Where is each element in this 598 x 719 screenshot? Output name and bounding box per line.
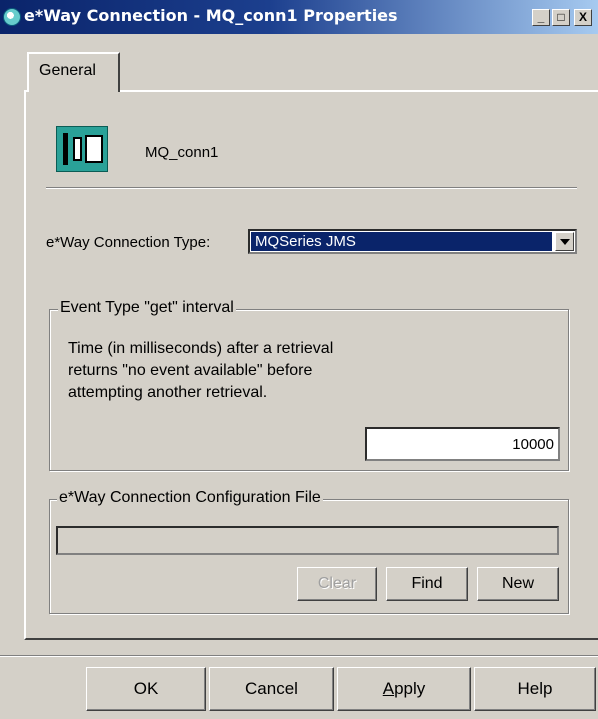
maximize-button[interactable]: □: [552, 9, 570, 26]
ok-button[interactable]: OK: [86, 667, 206, 711]
cancel-button[interactable]: Cancel: [209, 667, 334, 711]
config-file-field[interactable]: [56, 526, 559, 555]
interval-group-legend: Event Type "get" interval: [58, 299, 236, 317]
apply-label: Apply: [382, 679, 426, 698]
app-icon[interactable]: [3, 8, 21, 26]
connection-type-select[interactable]: MQSeries JMS: [248, 229, 577, 254]
chevron-down-icon[interactable]: [555, 232, 574, 251]
connection-type-label: e*Way Connection Type:: [46, 234, 211, 251]
clear-button[interactable]: Clear: [297, 567, 377, 601]
interval-description-line: attempting another retrieval.: [68, 384, 268, 401]
minimize-button[interactable]: _: [532, 9, 550, 26]
window-title: e*Way Connection - MQ_conn1 Properties: [24, 6, 398, 25]
interval-description-line: returns "no event available" before: [68, 362, 313, 379]
new-button[interactable]: New: [477, 567, 559, 601]
connection-type-value: MQSeries JMS: [251, 232, 552, 251]
close-button[interactable]: X: [574, 9, 592, 26]
interval-description-line: Time (in milliseconds) after a retrieval: [68, 340, 334, 357]
title-bar[interactable]: e*Way Connection - MQ_conn1 Properties _…: [0, 0, 598, 34]
apply-button[interactable]: Apply: [337, 667, 471, 711]
config-file-group-legend: e*Way Connection Configuration File: [57, 489, 323, 507]
interval-input[interactable]: 10000: [365, 427, 560, 461]
find-button[interactable]: Find: [386, 567, 468, 601]
connection-icon: [56, 126, 108, 172]
tab-general[interactable]: General: [27, 52, 120, 92]
separator: [46, 187, 577, 189]
help-button[interactable]: Help: [474, 667, 596, 711]
footer-separator: [0, 655, 598, 657]
connection-name: MQ_conn1: [145, 144, 219, 161]
